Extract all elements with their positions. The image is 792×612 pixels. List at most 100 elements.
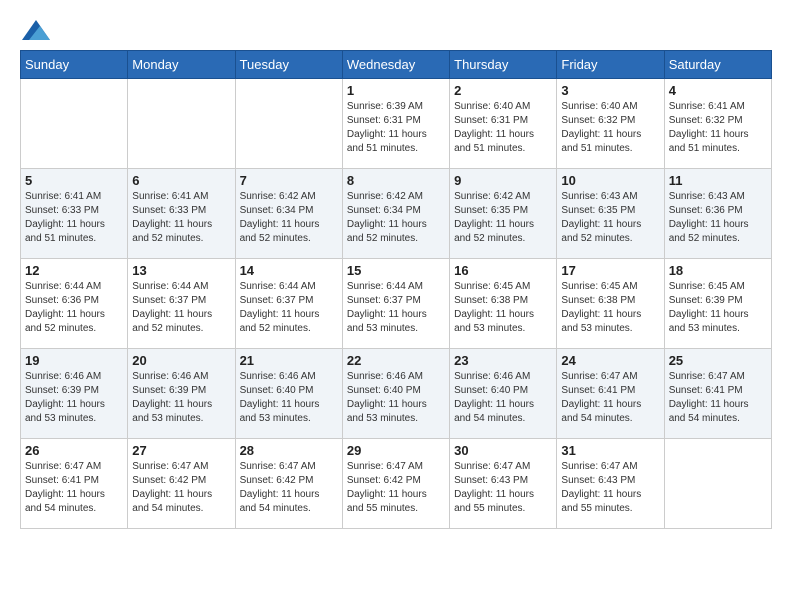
calendar-day-cell: 8 Sunrise: 6:42 AMSunset: 6:34 PMDaylight… xyxy=(342,169,449,259)
calendar-day-cell: 26 Sunrise: 6:47 AMSunset: 6:41 PMDayligh… xyxy=(21,439,128,529)
calendar-day-cell: 22 Sunrise: 6:46 AMSunset: 6:40 PMDayligh… xyxy=(342,349,449,439)
day-of-week-header: Wednesday xyxy=(342,51,449,79)
logo xyxy=(20,20,50,40)
calendar-day-cell: 13Sunrise: 6:44 AMSunset: 6:37 PMDayligh… xyxy=(128,259,235,349)
day-number: 25 xyxy=(669,353,767,368)
day-info: Sunrise: 6:46 AMSunset: 6:39 PMDaylight:… xyxy=(25,370,123,426)
page-header xyxy=(20,20,772,40)
day-number: 16 xyxy=(454,263,552,278)
day-info: Sunrise: 6:40 AMSunset: 6:32 PMDaylight:… xyxy=(561,100,659,156)
day-info: Sunrise: 6:45 AMSunset: 6:39 PMDaylight:… xyxy=(669,280,767,336)
calendar-day-cell: 21 Sunrise: 6:46 AMSunset: 6:40 PMDayligh… xyxy=(235,349,342,439)
calendar-day-cell: 1 Sunrise: 6:39 AMSunset: 6:31 PMDaylight… xyxy=(342,79,449,169)
day-number: 8 xyxy=(347,173,445,188)
calendar-day-cell: 17Sunrise: 6:45 AMSunset: 6:38 PMDayligh… xyxy=(557,259,664,349)
calendar-week-row: 1 Sunrise: 6:39 AMSunset: 6:31 PMDaylight… xyxy=(21,79,772,169)
empty-cell xyxy=(664,439,771,529)
day-number: 28 xyxy=(240,443,338,458)
day-number: 13 xyxy=(132,263,230,278)
calendar-day-cell: 27Sunrise: 6:47 AMSunset: 6:42 PMDayligh… xyxy=(128,439,235,529)
day-number: 23 xyxy=(454,353,552,368)
calendar-day-cell: 9 Sunrise: 6:42 AMSunset: 6:35 PMDaylight… xyxy=(450,169,557,259)
calendar-day-cell: 25 Sunrise: 6:47 AMSunset: 6:41 PMDayligh… xyxy=(664,349,771,439)
calendar-day-cell: 11 Sunrise: 6:43 AMSunset: 6:36 PMDayligh… xyxy=(664,169,771,259)
calendar-day-cell: 20 Sunrise: 6:46 AMSunset: 6:39 PMDayligh… xyxy=(128,349,235,439)
day-number: 11 xyxy=(669,173,767,188)
day-number: 18 xyxy=(669,263,767,278)
day-info: Sunrise: 6:40 AMSunset: 6:31 PMDaylight:… xyxy=(454,100,552,156)
day-of-week-header: Tuesday xyxy=(235,51,342,79)
day-number: 24 xyxy=(561,353,659,368)
empty-cell xyxy=(128,79,235,169)
day-info: Sunrise: 6:47 AMSunset: 6:41 PMDaylight:… xyxy=(561,370,659,426)
day-info: Sunrise: 6:44 AMSunset: 6:36 PMDaylight:… xyxy=(25,280,123,336)
day-info: Sunrise: 6:47 AMSunset: 6:42 PMDaylight:… xyxy=(347,460,445,516)
empty-cell xyxy=(235,79,342,169)
day-number: 5 xyxy=(25,173,123,188)
day-number: 19 xyxy=(25,353,123,368)
day-info: Sunrise: 6:42 AMSunset: 6:35 PMDaylight:… xyxy=(454,190,552,246)
day-number: 15 xyxy=(347,263,445,278)
day-info: Sunrise: 6:43 AMSunset: 6:35 PMDaylight:… xyxy=(561,190,659,246)
empty-cell xyxy=(21,79,128,169)
day-number: 29 xyxy=(347,443,445,458)
day-info: Sunrise: 6:47 AMSunset: 6:43 PMDaylight:… xyxy=(561,460,659,516)
day-number: 6 xyxy=(132,173,230,188)
calendar-day-cell: 31 Sunrise: 6:47 AMSunset: 6:43 PMDayligh… xyxy=(557,439,664,529)
day-of-week-header: Saturday xyxy=(664,51,771,79)
calendar-day-cell: 2 Sunrise: 6:40 AMSunset: 6:31 PMDaylight… xyxy=(450,79,557,169)
day-info: Sunrise: 6:43 AMSunset: 6:36 PMDaylight:… xyxy=(669,190,767,246)
day-info: Sunrise: 6:39 AMSunset: 6:31 PMDaylight:… xyxy=(347,100,445,156)
day-number: 2 xyxy=(454,83,552,98)
calendar-header-row: SundayMondayTuesdayWednesdayThursdayFrid… xyxy=(21,51,772,79)
calendar-day-cell: 7 Sunrise: 6:42 AMSunset: 6:34 PMDaylight… xyxy=(235,169,342,259)
day-info: Sunrise: 6:46 AMSunset: 6:40 PMDaylight:… xyxy=(454,370,552,426)
day-info: Sunrise: 6:46 AMSunset: 6:40 PMDaylight:… xyxy=(347,370,445,426)
day-number: 30 xyxy=(454,443,552,458)
day-number: 14 xyxy=(240,263,338,278)
day-number: 21 xyxy=(240,353,338,368)
day-number: 20 xyxy=(132,353,230,368)
day-number: 31 xyxy=(561,443,659,458)
calendar-day-cell: 4 Sunrise: 6:41 AMSunset: 6:32 PMDaylight… xyxy=(664,79,771,169)
day-info: Sunrise: 6:44 AMSunset: 6:37 PMDaylight:… xyxy=(347,280,445,336)
calendar-day-cell: 14 Sunrise: 6:44 AMSunset: 6:37 PMDayligh… xyxy=(235,259,342,349)
calendar-day-cell: 3Sunrise: 6:40 AMSunset: 6:32 PMDaylight… xyxy=(557,79,664,169)
day-info: Sunrise: 6:46 AMSunset: 6:39 PMDaylight:… xyxy=(132,370,230,426)
day-of-week-header: Thursday xyxy=(450,51,557,79)
calendar-day-cell: 19 Sunrise: 6:46 AMSunset: 6:39 PMDayligh… xyxy=(21,349,128,439)
day-number: 26 xyxy=(25,443,123,458)
day-info: Sunrise: 6:45 AMSunset: 6:38 PMDaylight:… xyxy=(454,280,552,336)
day-info: Sunrise: 6:47 AMSunset: 6:41 PMDaylight:… xyxy=(25,460,123,516)
day-of-week-header: Sunday xyxy=(21,51,128,79)
day-number: 10 xyxy=(561,173,659,188)
day-info: Sunrise: 6:47 AMSunset: 6:43 PMDaylight:… xyxy=(454,460,552,516)
calendar-day-cell: 10 Sunrise: 6:43 AMSunset: 6:35 PMDayligh… xyxy=(557,169,664,259)
day-number: 22 xyxy=(347,353,445,368)
day-info: Sunrise: 6:42 AMSunset: 6:34 PMDaylight:… xyxy=(347,190,445,246)
day-info: Sunrise: 6:47 AMSunset: 6:42 PMDaylight:… xyxy=(132,460,230,516)
calendar-day-cell: 6Sunrise: 6:41 AMSunset: 6:33 PMDaylight… xyxy=(128,169,235,259)
day-info: Sunrise: 6:47 AMSunset: 6:41 PMDaylight:… xyxy=(669,370,767,426)
calendar-day-cell: 24 Sunrise: 6:47 AMSunset: 6:41 PMDayligh… xyxy=(557,349,664,439)
day-number: 9 xyxy=(454,173,552,188)
calendar-day-cell: 15 Sunrise: 6:44 AMSunset: 6:37 PMDayligh… xyxy=(342,259,449,349)
logo-icon xyxy=(22,20,50,40)
day-info: Sunrise: 6:41 AMSunset: 6:33 PMDaylight:… xyxy=(25,190,123,246)
day-info: Sunrise: 6:46 AMSunset: 6:40 PMDaylight:… xyxy=(240,370,338,426)
day-of-week-header: Monday xyxy=(128,51,235,79)
day-info: Sunrise: 6:44 AMSunset: 6:37 PMDaylight:… xyxy=(240,280,338,336)
day-info: Sunrise: 6:42 AMSunset: 6:34 PMDaylight:… xyxy=(240,190,338,246)
day-info: Sunrise: 6:41 AMSunset: 6:32 PMDaylight:… xyxy=(669,100,767,156)
calendar-day-cell: 28 Sunrise: 6:47 AMSunset: 6:42 PMDayligh… xyxy=(235,439,342,529)
calendar-day-cell: 16 Sunrise: 6:45 AMSunset: 6:38 PMDayligh… xyxy=(450,259,557,349)
day-number: 17 xyxy=(561,263,659,278)
day-number: 7 xyxy=(240,173,338,188)
calendar-week-row: 12Sunrise: 6:44 AMSunset: 6:36 PMDayligh… xyxy=(21,259,772,349)
calendar-week-row: 19 Sunrise: 6:46 AMSunset: 6:39 PMDayligh… xyxy=(21,349,772,439)
day-number: 1 xyxy=(347,83,445,98)
calendar-week-row: 26 Sunrise: 6:47 AMSunset: 6:41 PMDayligh… xyxy=(21,439,772,529)
calendar-day-cell: 12Sunrise: 6:44 AMSunset: 6:36 PMDayligh… xyxy=(21,259,128,349)
day-number: 4 xyxy=(669,83,767,98)
day-info: Sunrise: 6:47 AMSunset: 6:42 PMDaylight:… xyxy=(240,460,338,516)
